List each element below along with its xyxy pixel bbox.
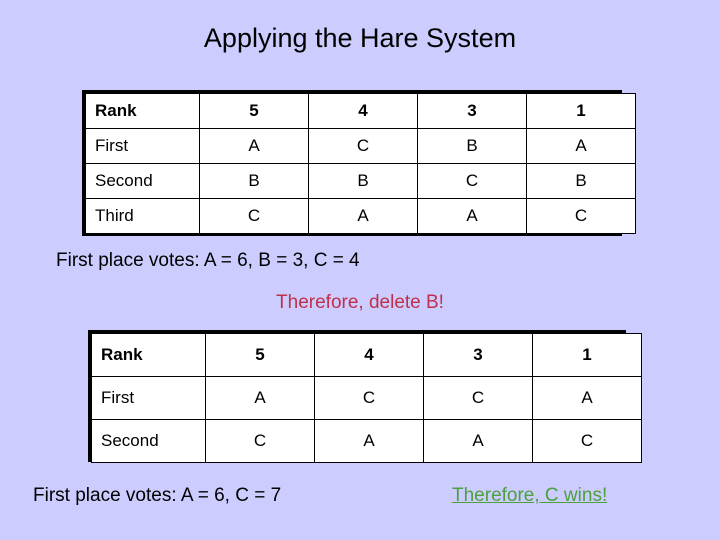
table1-row0-label: First — [85, 128, 200, 164]
table2-row1-cell3: C — [532, 419, 642, 463]
table2-header-col4: 1 — [532, 333, 642, 377]
table1-header-col3: 3 — [417, 93, 527, 129]
table2-header-rank: Rank — [91, 333, 206, 377]
table1-row1-label: Second — [85, 163, 200, 199]
table2-header-col3: 3 — [423, 333, 533, 377]
table2-row1-cell2: A — [423, 419, 533, 463]
table-row: First A C B A — [85, 128, 636, 164]
page-title: Applying the Hare System — [203, 23, 517, 53]
table1-row1-cell1: B — [308, 163, 418, 199]
table1-row0-cell3: A — [526, 128, 636, 164]
table1-row2-cell0: C — [199, 198, 309, 234]
table-row: Second C A A C — [91, 419, 642, 463]
table1-header-col1: 5 — [199, 93, 309, 129]
table1-row1-cell2: C — [417, 163, 527, 199]
table1-header-col4: 1 — [526, 93, 636, 129]
first-place-votes-line-1: First place votes: A = 6, B = 3, C = 4 — [56, 250, 360, 271]
table1-row0-cell1: C — [308, 128, 418, 164]
table1-row0-cell0: A — [199, 128, 309, 164]
winner-note: Therefore, C wins! — [452, 485, 608, 506]
table2-row0-cell0: A — [205, 376, 315, 420]
table1-row2-cell2: A — [417, 198, 527, 234]
reduced-preference-table: Rank 5 4 3 1 First A C C A Second C A A … — [88, 330, 642, 463]
table1-header-col2: 4 — [308, 93, 418, 129]
table1-row1-cell0: B — [199, 163, 309, 199]
table2-row1-cell1: A — [314, 419, 424, 463]
table2-row0-label: First — [91, 376, 206, 420]
table2-row1-label: Second — [91, 419, 206, 463]
table-row: Third C A A C — [85, 198, 636, 234]
table2-row0-cell3: A — [532, 376, 642, 420]
slide: Applying the Hare System Rank 5 4 3 1 Fi… — [0, 0, 720, 540]
first-place-votes-line-2: First place votes: A = 6, C = 7 — [33, 485, 282, 506]
table2-row1-cell0: C — [205, 419, 315, 463]
table-row: First A C C A — [91, 376, 642, 420]
table2-header-col2: 4 — [314, 333, 424, 377]
table2-row0-cell2: C — [423, 376, 533, 420]
table1-row1-cell3: B — [526, 163, 636, 199]
table-row: Second B B C B — [85, 163, 636, 199]
table-header-row: Rank 5 4 3 1 — [85, 93, 636, 129]
table2-row0-cell1: C — [314, 376, 424, 420]
table1-row2-label: Third — [85, 198, 200, 234]
table2-header-col1: 5 — [205, 333, 315, 377]
table1-row2-cell3: C — [526, 198, 636, 234]
table1-header-rank: Rank — [85, 93, 200, 129]
table1-row2-cell1: A — [308, 198, 418, 234]
table1-row0-cell2: B — [417, 128, 527, 164]
initial-preference-table: Rank 5 4 3 1 First A C B A Second B B C … — [82, 90, 636, 236]
delete-candidate-note: Therefore, delete B! — [276, 292, 444, 313]
table-header-row: Rank 5 4 3 1 — [91, 333, 642, 377]
